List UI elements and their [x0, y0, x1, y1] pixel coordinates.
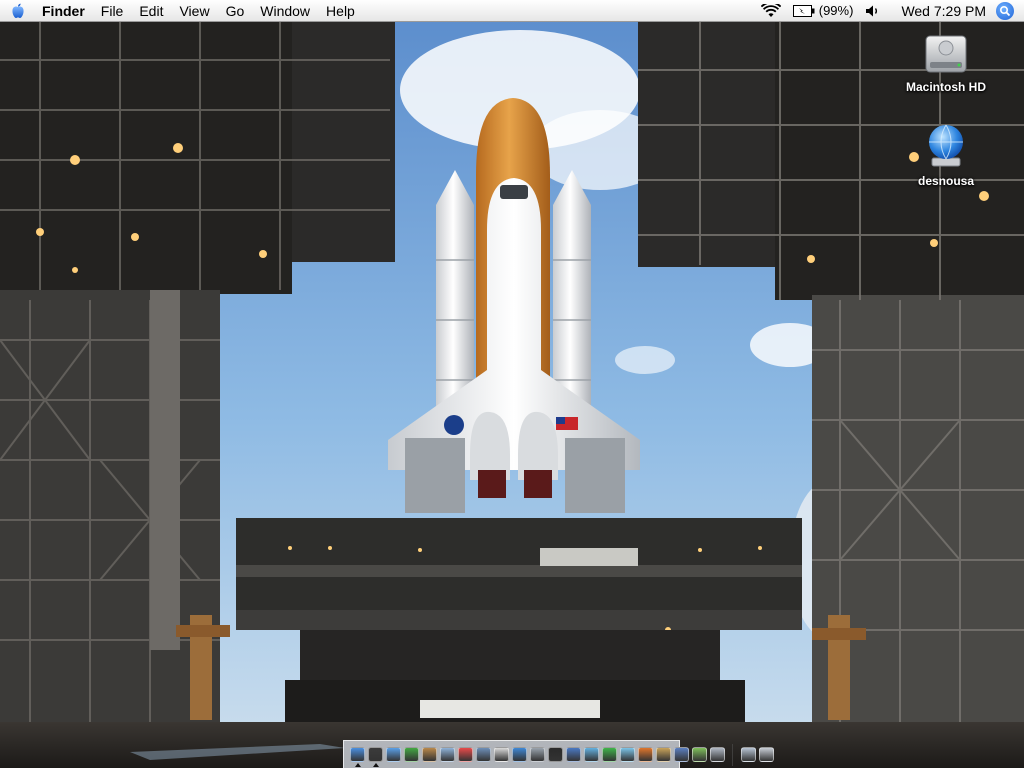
- volume-icon[interactable]: [859, 0, 887, 22]
- desktop-icon-label: desnousa: [917, 174, 974, 188]
- menu-go[interactable]: Go: [218, 0, 253, 22]
- dashboard-icon[interactable]: [367, 747, 383, 767]
- utility-icon[interactable]: [691, 747, 707, 762]
- menu-help[interactable]: Help: [318, 0, 363, 22]
- desktop-icon-desnousa[interactable]: desnousa: [896, 122, 996, 188]
- photos-icon[interactable]: [655, 747, 671, 762]
- desktop-wallpaper: [0, 0, 1024, 768]
- wifi-icon[interactable]: [755, 0, 787, 22]
- network-globe-icon: [929, 124, 963, 167]
- ichat-icon[interactable]: [403, 747, 419, 762]
- settings-app-icon[interactable]: [709, 747, 725, 762]
- menu-edit[interactable]: Edit: [131, 0, 171, 22]
- menu-file[interactable]: File: [93, 0, 132, 22]
- safari-icon[interactable]: [385, 747, 401, 762]
- documents-stack-icon[interactable]: [740, 747, 756, 762]
- itunes-icon[interactable]: [511, 747, 527, 762]
- network-icon[interactable]: [583, 747, 599, 762]
- iphoto-icon[interactable]: [475, 747, 491, 762]
- system-preferences-icon[interactable]: [529, 747, 545, 762]
- terminal-icon[interactable]: [547, 747, 563, 762]
- preview-icon[interactable]: [493, 747, 509, 762]
- dock: [343, 740, 774, 768]
- battery-status[interactable]: (99%): [787, 0, 860, 22]
- messenger-icon[interactable]: [601, 747, 617, 762]
- folder-app-icon[interactable]: [673, 747, 689, 762]
- xcode-icon[interactable]: [565, 747, 581, 762]
- bookmark-icon[interactable]: [619, 747, 635, 762]
- running-indicator: [354, 763, 361, 767]
- menu-app-finder[interactable]: Finder: [34, 0, 93, 22]
- apple-icon[interactable]: [8, 0, 28, 22]
- menu-window[interactable]: Window: [252, 0, 318, 22]
- battery-icon: [792, 5, 815, 17]
- ical-icon[interactable]: [457, 747, 473, 762]
- firefox-icon[interactable]: [637, 747, 653, 762]
- desktop-icon-label: Macintosh HD: [905, 80, 986, 94]
- finder-icon[interactable]: [349, 747, 365, 767]
- hard-drive-icon: [925, 35, 967, 73]
- menu-bar: Finder File Edit View Go Window Help (99…: [0, 0, 1024, 22]
- running-indicator: [372, 763, 379, 767]
- dock-divider: [732, 743, 733, 766]
- menu-clock[interactable]: Wed 7:29 PM: [887, 0, 996, 22]
- desktop-icon-macintosh-hd[interactable]: Macintosh HD: [896, 32, 996, 94]
- trash-icon[interactable]: [758, 747, 774, 762]
- spotlight-icon[interactable]: [996, 2, 1014, 20]
- address-book-icon[interactable]: [421, 747, 437, 762]
- desktop: Finder File Edit View Go Window Help (99…: [0, 0, 1024, 768]
- menu-view[interactable]: View: [171, 0, 217, 22]
- battery-percent: (99%): [818, 3, 854, 18]
- mail-icon[interactable]: [439, 747, 455, 762]
